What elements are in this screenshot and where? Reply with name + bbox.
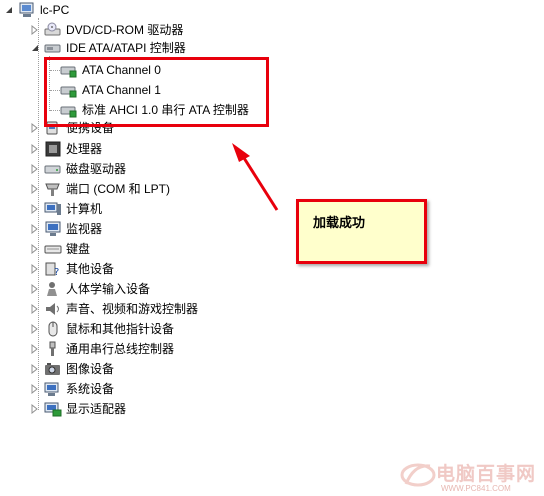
watermark-logo-icon bbox=[400, 463, 436, 487]
callout-text: 加载成功 bbox=[313, 215, 366, 230]
watermark: 电脑百事网 WWW.PC841.COM bbox=[396, 456, 542, 494]
callout-note: 加载成功 bbox=[296, 199, 427, 264]
annotation-arrow bbox=[232, 143, 279, 211]
watermark-url: WWW.PC841.COM bbox=[441, 484, 511, 493]
watermark-text: 电脑百事网 bbox=[436, 464, 537, 485]
